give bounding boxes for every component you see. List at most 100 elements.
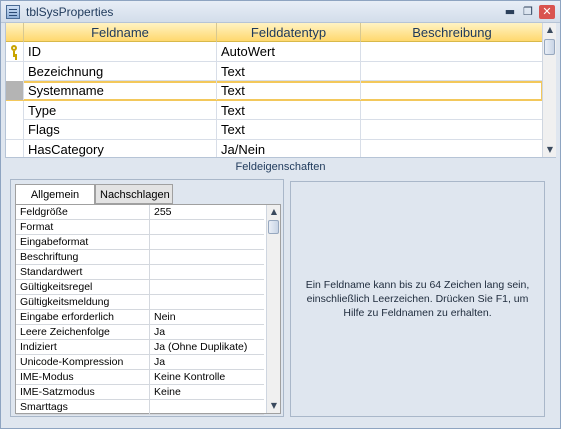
property-label: Smarttags — [18, 400, 150, 414]
row-selector[interactable] — [6, 81, 24, 100]
property-row[interactable]: Leere Zeichenfolge Ja — [16, 325, 264, 340]
property-row[interactable]: Eingabeformat — [16, 235, 264, 250]
data-type-cell[interactable]: Text — [217, 100, 361, 120]
description-cell[interactable] — [361, 139, 543, 159]
property-row[interactable]: Standardwert — [16, 265, 264, 280]
property-label: IME-Modus — [18, 370, 150, 384]
data-type-cell[interactable]: Text — [217, 120, 361, 139]
properties-vertical-scrollbar[interactable]: ▲ ▼ — [266, 205, 280, 413]
table-design-window: tblSysProperties ▬ ❐ ✕ Feldname Felddate… — [0, 0, 561, 429]
property-value[interactable]: Ja — [152, 355, 264, 369]
property-row[interactable]: Beschriftung — [16, 250, 264, 265]
help-text: Ein Feldname kann bis zu 64 Zeichen lang… — [305, 279, 530, 319]
property-value[interactable]: 255 — [152, 205, 264, 219]
table-row[interactable]: ID AutoWert — [6, 42, 543, 62]
row-selector[interactable] — [6, 61, 24, 81]
property-label: Gültigkeitsregel — [18, 280, 150, 294]
property-value[interactable]: Keine — [152, 385, 264, 399]
property-row[interactable]: Gültigkeitsregel — [16, 280, 264, 295]
scroll-thumb[interactable] — [544, 39, 555, 55]
property-value[interactable]: Ja — [152, 325, 264, 339]
column-header-fieldname[interactable]: Feldname — [24, 23, 217, 42]
row-selector[interactable] — [6, 139, 24, 159]
row-selector[interactable] — [6, 120, 24, 139]
property-row[interactable]: Format — [16, 220, 264, 235]
description-cell[interactable] — [361, 61, 543, 81]
property-row[interactable]: Indiziert Ja (Ohne Duplikate) — [16, 340, 264, 355]
property-value[interactable] — [152, 295, 264, 309]
field-name-cell[interactable]: Bezeichnung — [24, 61, 217, 81]
property-row[interactable]: Gültigkeitsmeldung — [16, 295, 264, 310]
table-row[interactable]: Flags Text — [6, 120, 543, 140]
scroll-down-arrow-icon[interactable]: ▼ — [543, 143, 557, 157]
tab-general[interactable]: Allgemein — [15, 184, 95, 204]
title-bar: tblSysProperties ▬ ❐ ✕ — [1, 1, 560, 23]
data-type-cell[interactable]: AutoWert — [217, 42, 361, 61]
property-value[interactable] — [152, 250, 264, 264]
row-selector[interactable] — [6, 42, 24, 61]
table-row[interactable]: Bezeichnung Text — [6, 61, 543, 81]
property-row[interactable]: Feldgröße 255 — [16, 205, 264, 220]
scroll-up-arrow-icon[interactable]: ▲ — [543, 23, 557, 37]
property-label: Standardwert — [18, 265, 150, 279]
property-label: Eingabe erforderlich — [18, 310, 150, 324]
property-label: Gültigkeitsmeldung — [18, 295, 150, 309]
field-properties-panel: Allgemein Nachschlagen Feldgröße 255 Forma… — [10, 179, 284, 417]
property-label: Beschriftung — [18, 250, 150, 264]
property-value[interactable] — [152, 235, 264, 249]
property-row[interactable]: Smarttags — [16, 400, 264, 415]
field-name-cell[interactable]: Type — [24, 100, 217, 120]
tab-lookup[interactable]: Nachschlagen — [95, 184, 173, 204]
property-value[interactable]: Ja (Ohne Duplikate) — [152, 340, 264, 354]
scroll-up-arrow-icon[interactable]: ▲ — [267, 205, 281, 219]
primary-key-icon — [10, 45, 18, 57]
property-value[interactable]: Keine Kontrolle — [152, 370, 264, 384]
property-value[interactable] — [152, 265, 264, 279]
column-header-description[interactable]: Beschreibung — [361, 23, 543, 42]
field-name-cell[interactable]: Systemname — [24, 81, 217, 100]
property-value[interactable] — [152, 400, 264, 414]
property-row[interactable]: Eingabe erforderlich Nein — [16, 310, 264, 325]
property-label: IME-Satzmodus — [18, 385, 150, 399]
close-button[interactable]: ✕ — [539, 5, 555, 19]
column-header-datatype[interactable]: Felddatentyp — [217, 23, 361, 42]
property-label: Feldgröße — [18, 205, 150, 219]
property-value[interactable]: Nein — [152, 310, 264, 324]
grid-header: Feldname Felddatentyp Beschreibung — [6, 23, 543, 42]
restore-button[interactable]: ❐ — [520, 5, 536, 19]
minimize-button[interactable]: ▬ — [502, 5, 518, 19]
help-panel: Ein Feldname kann bis zu 64 Zeichen lang… — [290, 181, 545, 417]
scroll-down-arrow-icon[interactable]: ▼ — [267, 399, 281, 413]
description-cell[interactable] — [361, 42, 543, 61]
description-cell[interactable] — [361, 120, 543, 139]
grid-vertical-scrollbar[interactable]: ▲ ▼ — [542, 23, 556, 157]
field-name-cell[interactable]: Flags — [24, 120, 217, 139]
property-label: Format — [18, 220, 150, 234]
description-cell[interactable] — [361, 100, 543, 120]
property-row[interactable]: IME-Satzmodus Keine — [16, 385, 264, 400]
scroll-thumb[interactable] — [268, 220, 279, 234]
section-label: Feldeigenschaften — [5, 157, 556, 175]
property-row[interactable]: Unicode-Kompression Ja — [16, 355, 264, 370]
row-selector-header — [6, 23, 24, 42]
property-row[interactable]: IME-Modus Keine Kontrolle — [16, 370, 264, 385]
field-grid: Feldname Felddatentyp Beschreibung ID Aut… — [5, 23, 543, 159]
field-name-cell[interactable]: HasCategory — [24, 139, 217, 159]
table-icon — [6, 5, 20, 19]
data-type-cell[interactable]: Text — [217, 61, 361, 81]
property-value[interactable] — [152, 280, 264, 294]
table-row[interactable]: Systemname Text — [6, 81, 543, 101]
property-label: Unicode-Kompression — [18, 355, 150, 369]
field-name-cell[interactable]: ID — [24, 42, 217, 61]
property-label: Indiziert — [18, 340, 150, 354]
data-type-cell[interactable]: Ja/Nein — [217, 139, 361, 159]
property-sheet: Feldgröße 255 Format Eingabeformat Beschrift… — [15, 204, 281, 415]
property-value[interactable] — [152, 220, 264, 234]
row-selector[interactable] — [6, 100, 24, 120]
property-label: Eingabeformat — [18, 235, 150, 249]
window-title: tblSysProperties — [26, 5, 114, 19]
data-type-cell[interactable]: Text — [217, 81, 361, 100]
table-row[interactable]: Type Text — [6, 100, 543, 120]
description-cell[interactable] — [361, 81, 543, 100]
property-label: Leere Zeichenfolge — [18, 325, 150, 339]
